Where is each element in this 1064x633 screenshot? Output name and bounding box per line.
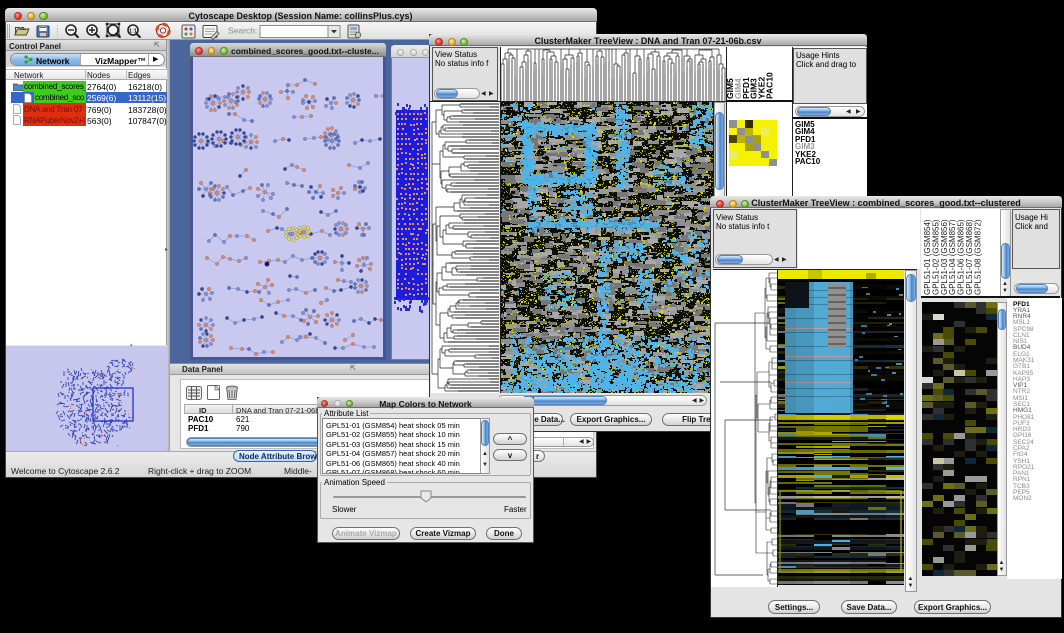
svg-text:Search:: Search:	[228, 26, 257, 36]
svg-text:1:1: 1:1	[129, 29, 137, 35]
svg-text:PAC10: PAC10	[765, 72, 775, 99]
svg-text:GPL51-08 (GSM872): GPL51-08 (GSM872)	[973, 219, 982, 295]
